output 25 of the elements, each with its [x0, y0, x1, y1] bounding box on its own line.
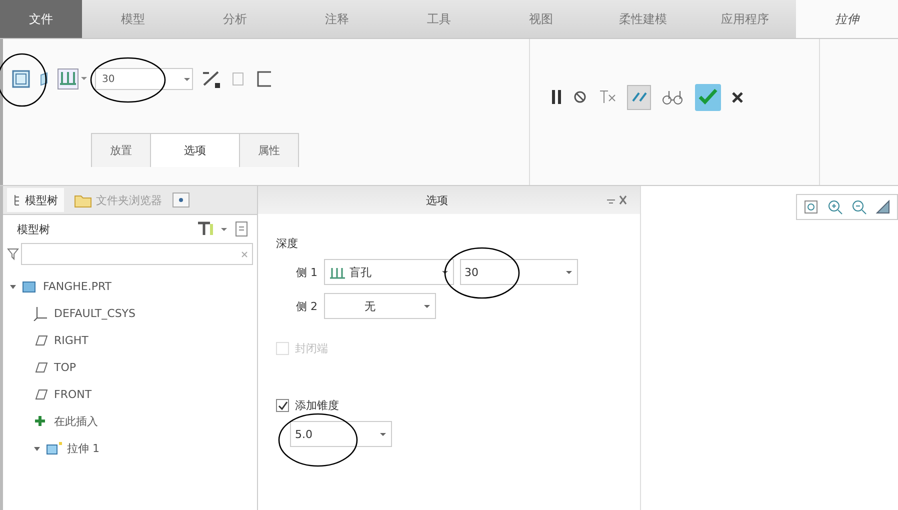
tree-item[interactable]: RIGHT — [54, 334, 88, 347]
sub-tab[interactable]: 属性 — [239, 133, 299, 167]
depth-type-dropdown[interactable]: 盲孔 — [324, 259, 454, 285]
section-label: 深度 — [276, 236, 299, 251]
side-label: 侧 2 — [296, 298, 318, 314]
depth-field[interactable]: 30 — [95, 68, 193, 90]
tree-item[interactable]: TOP — [54, 361, 76, 374]
file-menu-tab[interactable]: 文件 — [0, 0, 82, 38]
sub-tab[interactable]: 选项 — [150, 133, 240, 167]
menu-tab[interactable]: 拉伸 — [796, 0, 898, 38]
tree-item[interactable]: FRONT — [54, 388, 92, 401]
side-label: 侧 1 — [296, 264, 318, 280]
depth-type-dropdown[interactable]: 无 — [324, 293, 436, 319]
panel-title: 选项 — [425, 192, 449, 208]
capped-ends-label: 封闭端 — [295, 341, 328, 356]
tree-item[interactable]: FANGHE.PRT — [43, 280, 112, 293]
tree-title: 模型树 — [17, 222, 51, 236]
tree-item[interactable]: DEFAULT_CSYS — [54, 307, 136, 320]
taper-label: 添加锥度 — [295, 398, 339, 413]
tree-item[interactable]: 拉伸 1 — [67, 441, 100, 456]
taper-angle-dropdown[interactable]: 5.0 — [290, 421, 392, 447]
sub-tab[interactable]: 放置 — [91, 133, 151, 167]
panel-tab[interactable]: 模型树 — [7, 188, 64, 212]
tree-item[interactable]: 在此插入 — [54, 414, 98, 429]
depth-value-dropdown[interactable]: 30 — [460, 259, 578, 285]
